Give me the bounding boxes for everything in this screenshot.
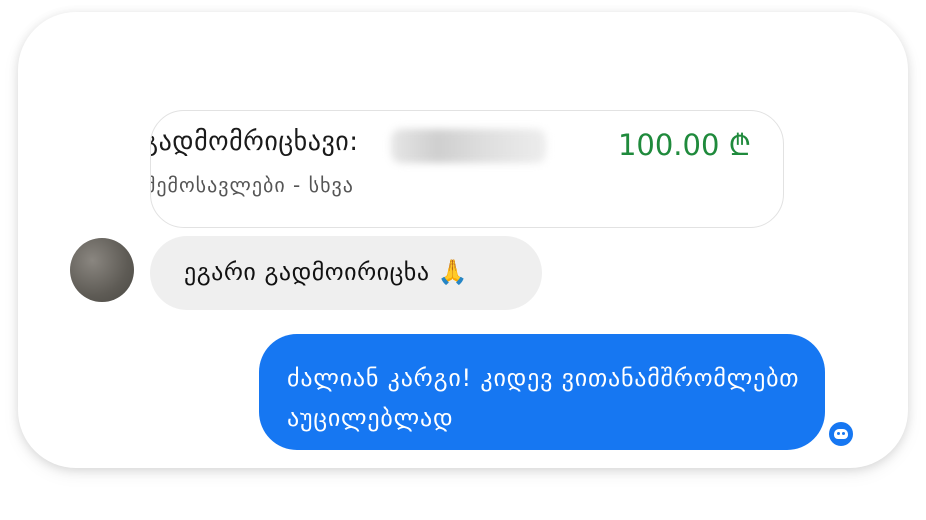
contact-avatar[interactable] (70, 238, 134, 302)
transaction-category: შემოსავლები - სხვა (150, 173, 354, 197)
incoming-message-text: ეგარი გადმოირიცხა 🙏 (184, 258, 469, 286)
seen-avatar-icon (827, 420, 855, 448)
blurred-sender-name (391, 129, 546, 163)
sender-label: გადმომრიცხავი: (150, 127, 359, 157)
transaction-message-bubble[interactable]: გადმომრიცხავი: 100.00 ₾ შემოსავლები - სხ… (150, 110, 784, 228)
transaction-amount: 100.00 ₾ (617, 128, 751, 162)
outgoing-message-text: ძალიან კარგი! კიდევ ვითანამშრომლებთ აუცი… (287, 364, 800, 432)
outgoing-message-bubble[interactable]: ძალიან კარგი! კიდევ ვითანამშრომლებთ აუცი… (259, 334, 825, 450)
incoming-message-bubble[interactable]: ეგარი გადმოირიცხა 🙏 (150, 236, 542, 310)
